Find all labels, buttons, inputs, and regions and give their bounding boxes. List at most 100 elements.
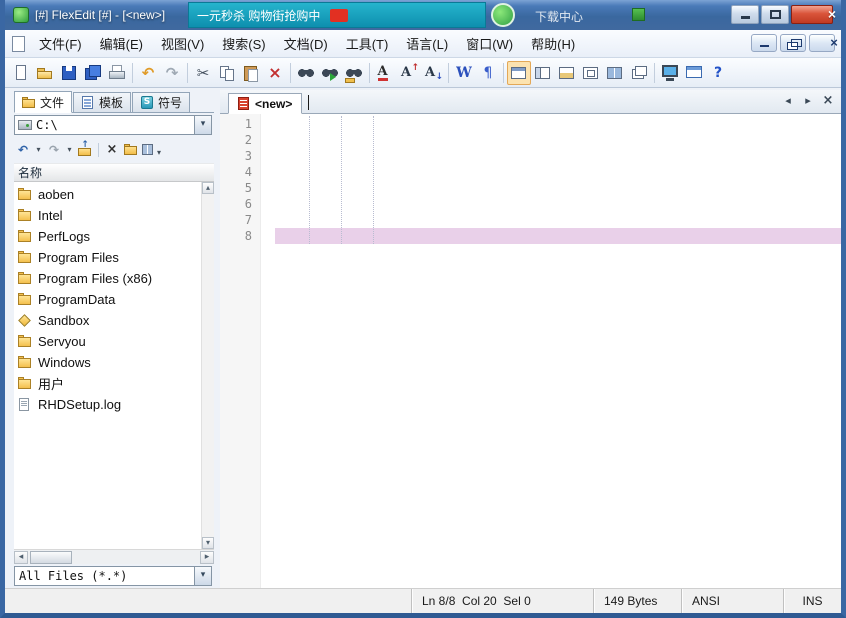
menu-item-3[interactable]: 视图(V)	[152, 30, 213, 57]
wrap-button[interactable]	[452, 61, 476, 85]
menu-item-6[interactable]: 工具(T)	[337, 30, 398, 57]
forward-button[interactable]	[45, 140, 63, 160]
menu-item-7[interactable]: 语言(L)	[397, 30, 457, 57]
sidebar-tab-files[interactable]: 文件	[14, 91, 72, 113]
mdi-minimize-button[interactable]	[751, 34, 777, 52]
vertical-scrollbar[interactable]	[201, 182, 214, 549]
tab-close-icon[interactable]	[821, 94, 835, 108]
view-cascade-icon	[629, 63, 649, 83]
folder-item[interactable]: Program Files (x86)	[14, 268, 201, 289]
save-button[interactable]	[57, 61, 81, 85]
mdi-restore-button[interactable]	[780, 34, 806, 52]
view-win-button[interactable]	[579, 61, 603, 85]
line-number-gutter[interactable]: 12345678	[220, 114, 260, 588]
views-menu-button[interactable]	[141, 140, 161, 160]
titlebar[interactable]: [#] FlexEdit [#] - [<new>] 一元秒杀 购物街抢购中 下…	[5, 0, 841, 30]
back-button[interactable]	[14, 140, 32, 160]
para-button[interactable]	[476, 61, 500, 85]
find-button[interactable]	[294, 61, 318, 85]
mdi-close-button[interactable]	[809, 34, 835, 52]
forward-menu-button[interactable]	[64, 140, 75, 160]
font-dec-button[interactable]	[421, 61, 445, 85]
file-item[interactable]: RHDSetup.log	[14, 394, 201, 415]
tab-scroll-right-icon[interactable]	[801, 94, 815, 108]
mdi-window-controls	[751, 34, 835, 52]
undo-icon	[138, 63, 158, 83]
minimize-button[interactable]	[731, 5, 759, 24]
folder-item[interactable]: Intel	[14, 205, 201, 226]
menu-item-8[interactable]: 窗口(W)	[457, 30, 522, 57]
find-next-button[interactable]	[318, 61, 342, 85]
print-icon	[107, 63, 127, 83]
delete-button[interactable]	[263, 61, 287, 85]
back-menu-button[interactable]	[33, 140, 44, 160]
folder-icon	[17, 250, 33, 265]
save-all-button[interactable]	[81, 61, 105, 85]
horizontal-scrollbar[interactable]	[14, 549, 214, 564]
screen-button[interactable]	[682, 61, 706, 85]
new-folder-button[interactable]	[122, 140, 140, 160]
close-button[interactable]	[791, 5, 833, 24]
scroll-up-icon[interactable]	[202, 182, 214, 194]
find-files-button[interactable]	[342, 61, 366, 85]
view-arrange-button[interactable]	[603, 61, 627, 85]
view-main-button[interactable]	[507, 61, 531, 85]
view-tools-button[interactable]	[555, 61, 579, 85]
menu-item-4[interactable]: 搜索(S)	[213, 30, 274, 57]
name-column-header[interactable]: 名称	[14, 163, 214, 182]
background-tray-icon[interactable]	[632, 8, 645, 21]
sidebar-tab-templates[interactable]: 模板	[73, 92, 131, 112]
font-button[interactable]	[373, 61, 397, 85]
filter-dropdown-arrow-icon[interactable]	[194, 567, 211, 585]
tab-scroll-left-icon[interactable]	[781, 94, 795, 108]
folder-item[interactable]: 用户	[14, 373, 201, 394]
folder-item[interactable]: Windows	[14, 352, 201, 373]
folder-item[interactable]: Program Files	[14, 247, 201, 268]
new-button[interactable]	[9, 61, 33, 85]
up-folder-button[interactable]	[76, 140, 94, 160]
sidebar-tab-symbols[interactable]: 符号	[132, 92, 190, 112]
monitor-button[interactable]	[658, 61, 682, 85]
undo-button[interactable]	[136, 61, 160, 85]
scroll-left-icon[interactable]	[14, 551, 28, 564]
view-cascade-button[interactable]	[627, 61, 651, 85]
bookmark-margin[interactable]	[260, 114, 275, 588]
redo-button[interactable]	[160, 61, 184, 85]
print-button[interactable]	[105, 61, 129, 85]
maximize-button[interactable]	[761, 5, 789, 24]
drive-dropdown-arrow-icon[interactable]	[194, 116, 211, 134]
help-button[interactable]	[706, 61, 730, 85]
background-window-logo-icon[interactable]	[491, 3, 515, 27]
menu-item-9[interactable]: 帮助(H)	[522, 30, 584, 57]
text-area[interactable]	[275, 114, 841, 588]
drive-selector[interactable]: C:\	[14, 115, 212, 135]
folder-item[interactable]: ProgramData	[14, 289, 201, 310]
scroll-right-icon[interactable]	[200, 551, 214, 564]
menu-item-1[interactable]: 文件(F)	[30, 30, 91, 57]
toolbar	[5, 58, 841, 88]
cut-button[interactable]	[191, 61, 215, 85]
open-button[interactable]	[33, 61, 57, 85]
insert-mode[interactable]: INS	[783, 589, 841, 613]
background-window-teal[interactable]: 一元秒杀 购物街抢购中	[188, 2, 486, 28]
menu-item-2[interactable]: 编辑(E)	[91, 30, 152, 57]
sidebar-tab-label: 模板	[99, 94, 123, 111]
menu-item-5[interactable]: 文档(D)	[275, 30, 337, 57]
folder-item[interactable]: aoben	[14, 184, 201, 205]
copy-button[interactable]	[215, 61, 239, 85]
statusbar: Ln 8/8 Col 20 Sel 0 149 Bytes ANSI INS	[5, 588, 841, 613]
view-split-button[interactable]	[531, 61, 555, 85]
scroll-down-icon[interactable]	[202, 537, 214, 549]
paste-button[interactable]	[239, 61, 263, 85]
folder-item[interactable]: Sandbox	[14, 310, 201, 331]
horizontal-scroll-thumb[interactable]	[30, 551, 72, 564]
file-filter-selector[interactable]: All Files (*.*)	[14, 566, 212, 586]
delete-item-button[interactable]	[103, 140, 121, 160]
font-inc-button[interactable]	[397, 61, 421, 85]
cut-icon	[193, 63, 213, 83]
folder-item[interactable]: Servyou	[14, 331, 201, 352]
folder-item[interactable]: PerfLogs	[14, 226, 201, 247]
monitor-icon	[660, 63, 680, 83]
editor-tab-new[interactable]: <new>	[228, 93, 302, 114]
vertical-scroll-track[interactable]	[202, 194, 214, 537]
